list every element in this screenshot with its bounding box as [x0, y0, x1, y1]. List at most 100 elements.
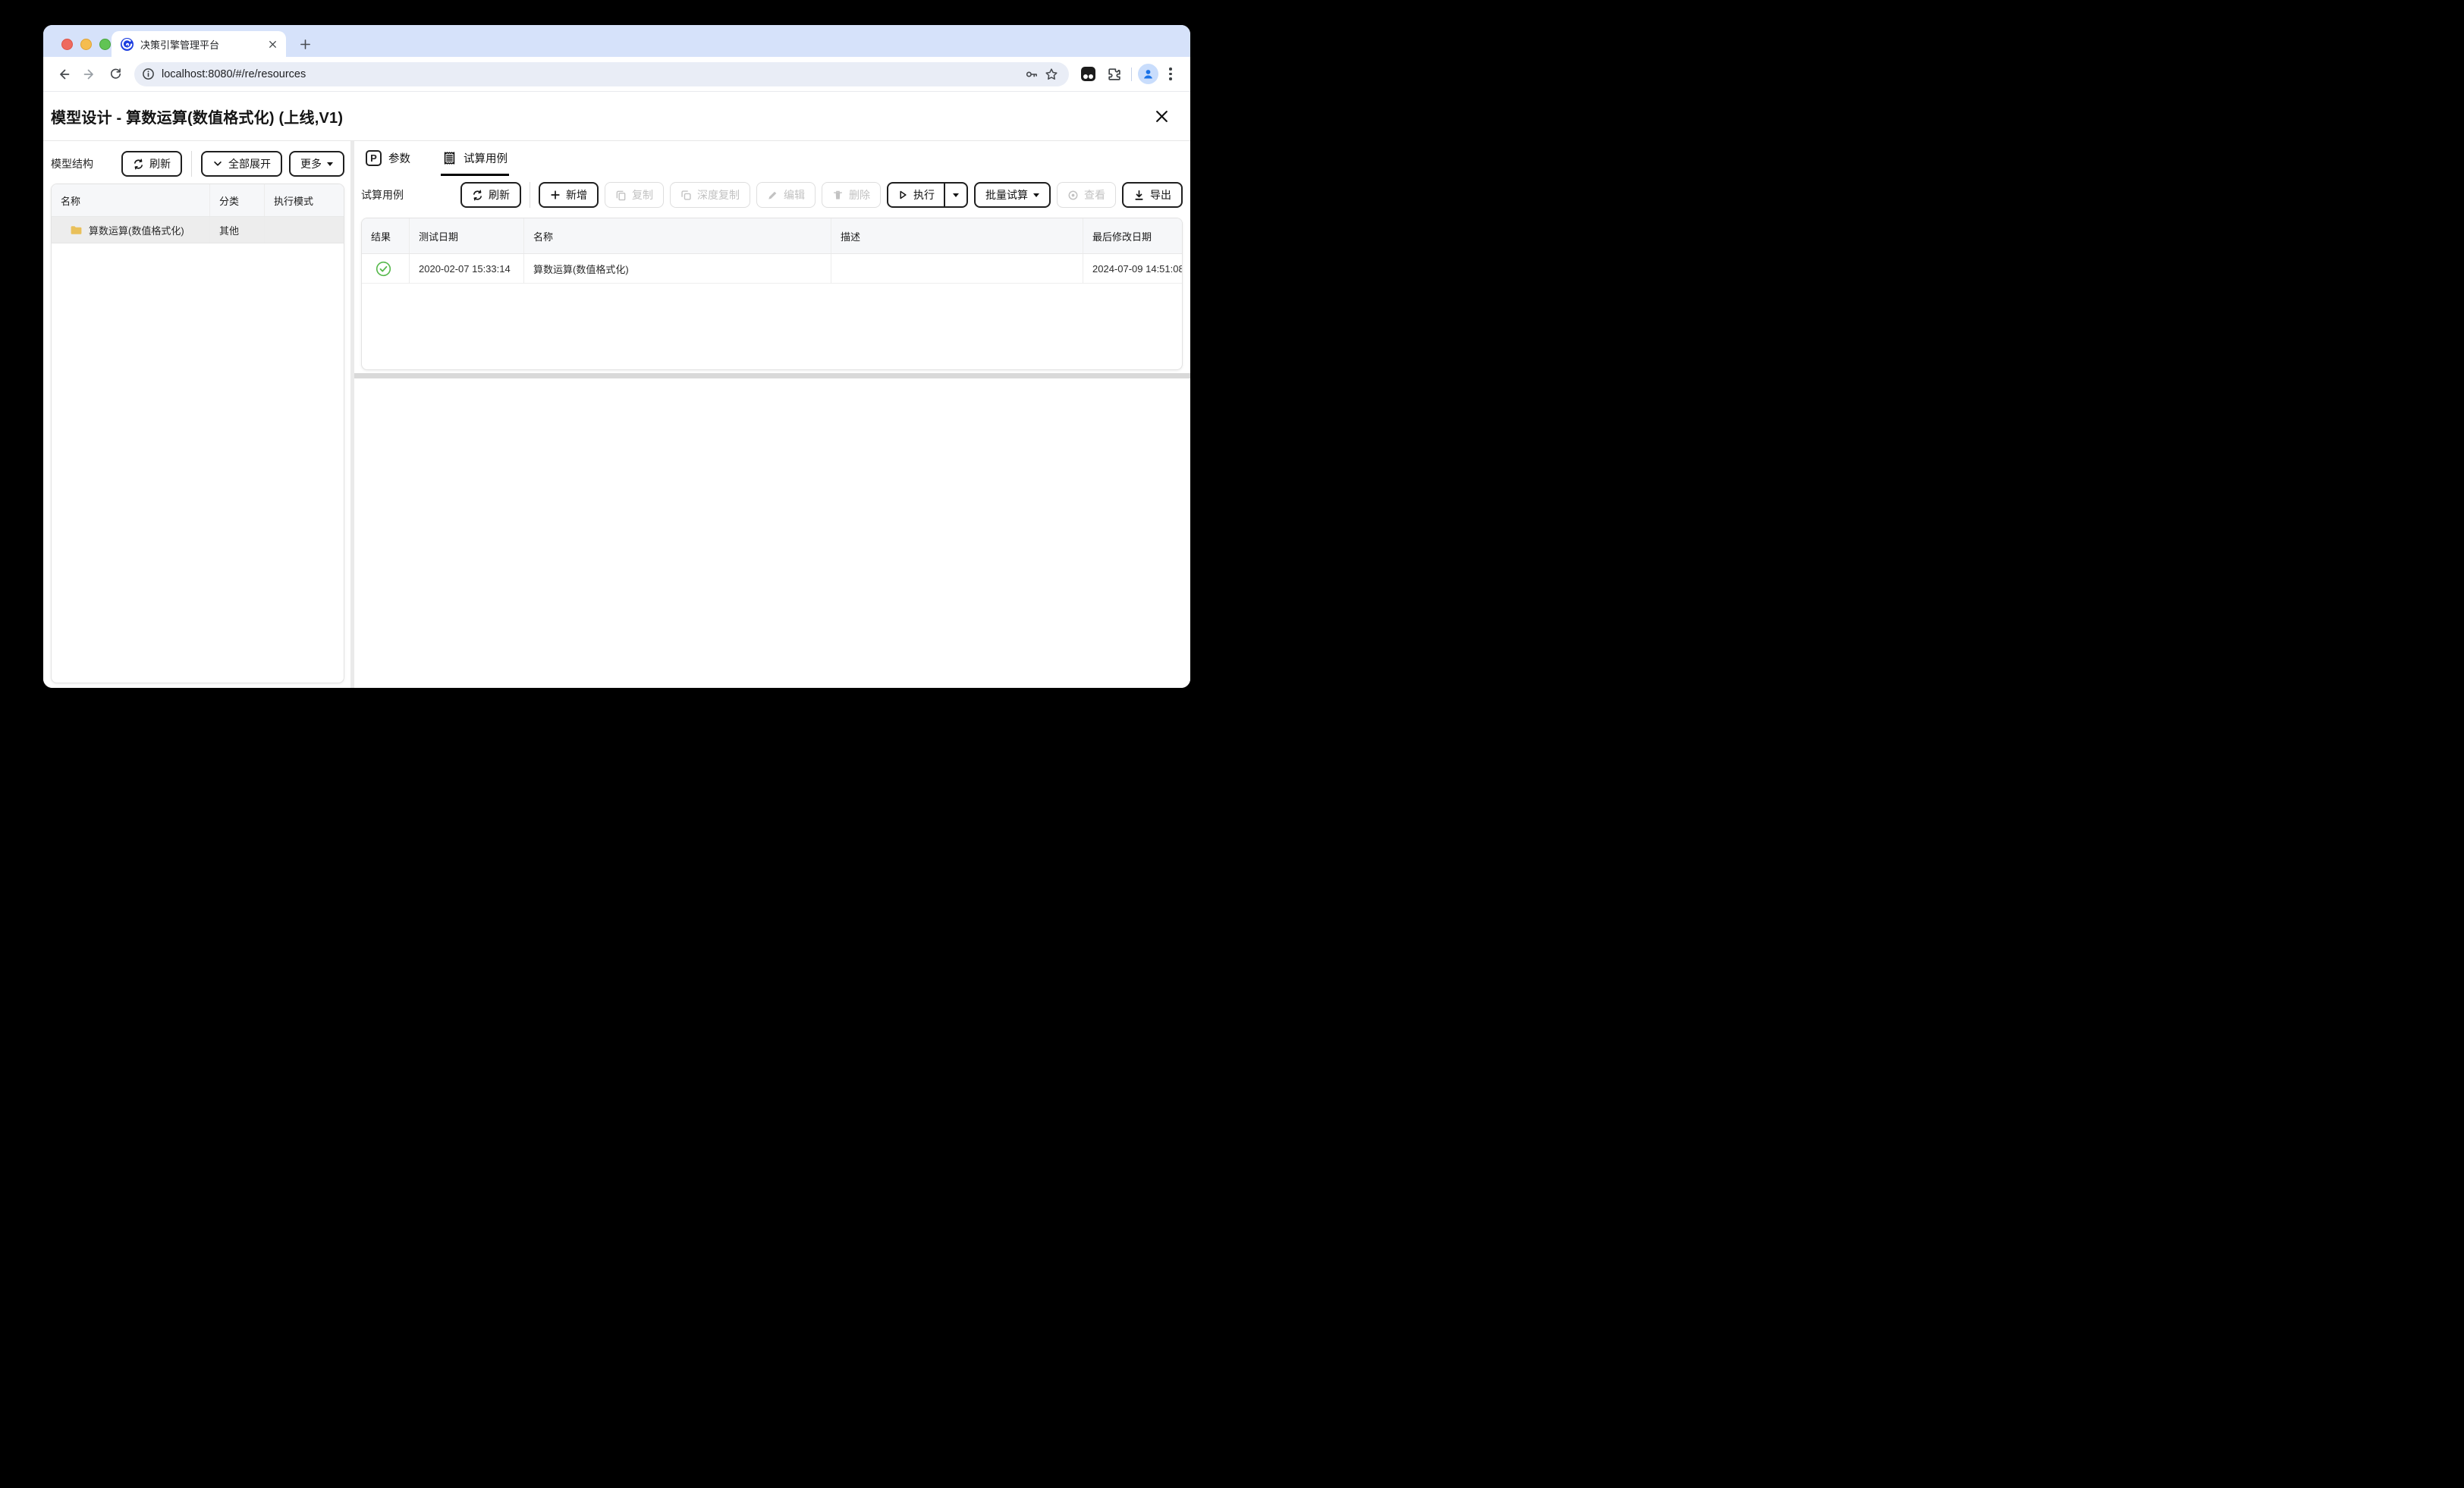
caret-down-icon: [953, 193, 959, 197]
export-button[interactable]: 导出: [1122, 182, 1183, 208]
edit-case-label: 编辑: [784, 189, 805, 201]
tab-close-icon[interactable]: [266, 38, 278, 50]
col-exec-mode: 执行模式: [274, 195, 314, 207]
tab-test-cases-label: 试算用例: [464, 153, 508, 165]
col-category: 分类: [210, 184, 265, 216]
tree-table-header: 名称 分类 执行模式: [52, 184, 344, 217]
refresh-tree-label: 刷新: [149, 158, 171, 170]
minimize-window-button[interactable]: [80, 39, 92, 50]
folder-icon: [70, 224, 83, 237]
model-structure-title: 模型结构: [51, 158, 93, 170]
deep-copy-case-label: 深度复制: [697, 189, 740, 201]
test-case-table: 结果 测试日期 名称 描述 最后修改日期 2020-02-07 15:33:14…: [361, 218, 1183, 370]
expand-all-label: 全部展开: [228, 158, 271, 170]
col-test-date: 测试日期: [410, 218, 524, 253]
refresh-cases-button[interactable]: 刷新: [460, 182, 521, 208]
last-modified-cell: 2024-07-09 14:51:08: [1092, 262, 1182, 275]
tab-parameters-label: 参数: [388, 153, 410, 165]
url-text[interactable]: localhost:8080/#/re/resources: [162, 68, 1022, 80]
copy-case-button[interactable]: 复制: [605, 182, 664, 208]
model-structure-header: 模型结构 刷新 全部展开 更多: [51, 150, 344, 177]
description-cell: [831, 254, 1083, 283]
detail-pane: P 参数 试算用例 试算用例 刷新 新增 复制 深度复制 编辑 删除 执行 批量…: [354, 141, 1190, 688]
address-bar[interactable]: localhost:8080/#/re/resources: [134, 61, 1069, 86]
extension-shortcut-icon[interactable]: [1076, 63, 1099, 86]
forward-button[interactable]: [78, 63, 101, 86]
toolbar-divider: [1131, 67, 1132, 81]
add-case-label: 新增: [566, 189, 587, 201]
bookmark-star-icon[interactable]: [1042, 64, 1061, 84]
success-check-icon: [376, 261, 391, 277]
caret-down-icon: [1033, 193, 1039, 197]
caret-down-icon: [327, 162, 333, 166]
page-header: 模型设计 - 算数运算(数值格式化) (上线,V1): [43, 92, 1190, 141]
browser-tab[interactable]: 决策引擎管理平台: [112, 31, 286, 57]
model-structure-pane: 模型结构 刷新 全部展开 更多 名称 分类 执行模式 算数运算(数值格式化) 其…: [43, 141, 350, 688]
view-case-label: 查看: [1084, 189, 1105, 201]
col-last-modified: 最后修改日期: [1092, 231, 1152, 243]
model-structure-table: 名称 分类 执行模式 算数运算(数值格式化) 其他: [51, 184, 344, 683]
site-info-icon[interactable]: [139, 65, 157, 83]
profile-avatar[interactable]: [1138, 64, 1158, 84]
view-case-button[interactable]: 查看: [1057, 182, 1116, 208]
execute-split-button: 执行: [887, 182, 968, 208]
tab-test-cases[interactable]: 试算用例: [441, 146, 509, 176]
reload-button[interactable]: [104, 63, 127, 86]
zoom-window-button[interactable]: [99, 39, 111, 50]
execute-dropdown-button[interactable]: [944, 184, 966, 206]
batch-run-button[interactable]: 批量试算: [974, 182, 1051, 208]
tab-parameters[interactable]: P 参数: [364, 146, 412, 176]
back-button[interactable]: [52, 63, 75, 86]
web-page: 模型设计 - 算数运算(数值格式化) (上线,V1) 模型结构 刷新 全部展开 …: [43, 92, 1190, 688]
case-name-cell: 算数运算(数值格式化): [524, 254, 831, 283]
case-table-row[interactable]: 2020-02-07 15:33:14 算数运算(数值格式化) 2024-07-…: [362, 254, 1182, 284]
col-case-name: 名称: [524, 218, 831, 253]
page-close-button[interactable]: [1151, 105, 1172, 127]
refresh-cases-label: 刷新: [489, 189, 510, 201]
button-divider: [191, 151, 192, 177]
delete-case-label: 删除: [849, 189, 870, 201]
horizontal-scrollbar[interactable]: [354, 373, 1190, 378]
expand-all-button[interactable]: 全部展开: [201, 151, 282, 177]
export-label: 导出: [1150, 189, 1171, 201]
test-date-cell: 2020-02-07 15:33:14: [410, 254, 524, 283]
batch-run-label: 批量试算: [985, 189, 1028, 201]
parameter-p-icon: P: [366, 150, 382, 166]
execute-label: 执行: [913, 189, 935, 201]
col-name: 名称: [52, 184, 210, 216]
delete-case-button[interactable]: 删除: [822, 182, 881, 208]
edit-case-button[interactable]: 编辑: [756, 182, 816, 208]
tree-node-category: 其他: [210, 217, 265, 243]
refresh-tree-button[interactable]: 刷新: [121, 151, 182, 177]
browser-window: 决策引擎管理平台 localhost:8080/#/re/resources 模…: [43, 25, 1190, 688]
more-button[interactable]: 更多: [289, 151, 344, 177]
copy-case-label: 复制: [632, 189, 653, 201]
tree-node-exec-mode: [265, 217, 344, 243]
browser-toolbar: localhost:8080/#/re/resources: [43, 57, 1190, 92]
more-label: 更多: [300, 158, 322, 170]
tree-node-name: 算数运算(数值格式化): [89, 224, 184, 237]
tab-title: 决策引擎管理平台: [140, 39, 220, 51]
traffic-lights: [61, 39, 111, 50]
detail-tabs: P 参数 试算用例: [364, 146, 509, 176]
browser-tabstrip: 决策引擎管理平台: [43, 25, 1190, 57]
new-tab-button[interactable]: [295, 34, 315, 54]
execute-button[interactable]: 执行: [888, 184, 944, 206]
result-cell: [362, 254, 410, 283]
col-description: 描述: [831, 218, 1083, 253]
col-result: 结果: [362, 218, 410, 253]
extensions-puzzle-icon[interactable]: [1102, 63, 1125, 86]
content-area: 模型结构 刷新 全部展开 更多 名称 分类 执行模式 算数运算(数值格式化) 其…: [43, 141, 1190, 688]
test-case-toolbar: 试算用例 刷新 新增 复制 深度复制 编辑 删除 执行 批量试算 查看 导出: [361, 181, 1183, 209]
browser-menu-kebab-icon[interactable]: [1161, 67, 1180, 80]
close-window-button[interactable]: [61, 39, 73, 50]
add-case-button[interactable]: 新增: [539, 182, 599, 208]
deep-copy-case-button[interactable]: 深度复制: [670, 182, 750, 208]
page-title: 模型设计 - 算数运算(数值格式化) (上线,V1): [51, 109, 344, 127]
screen: 决策引擎管理平台 localhost:8080/#/re/resources 模…: [0, 0, 1232, 744]
tree-table-row[interactable]: 算数运算(数值格式化) 其他: [52, 217, 344, 243]
site-favicon-icon: [121, 37, 134, 51]
receipt-list-icon: [442, 151, 457, 165]
password-key-icon[interactable]: [1022, 64, 1042, 84]
case-table-header: 结果 测试日期 名称 描述 最后修改日期: [362, 218, 1182, 254]
